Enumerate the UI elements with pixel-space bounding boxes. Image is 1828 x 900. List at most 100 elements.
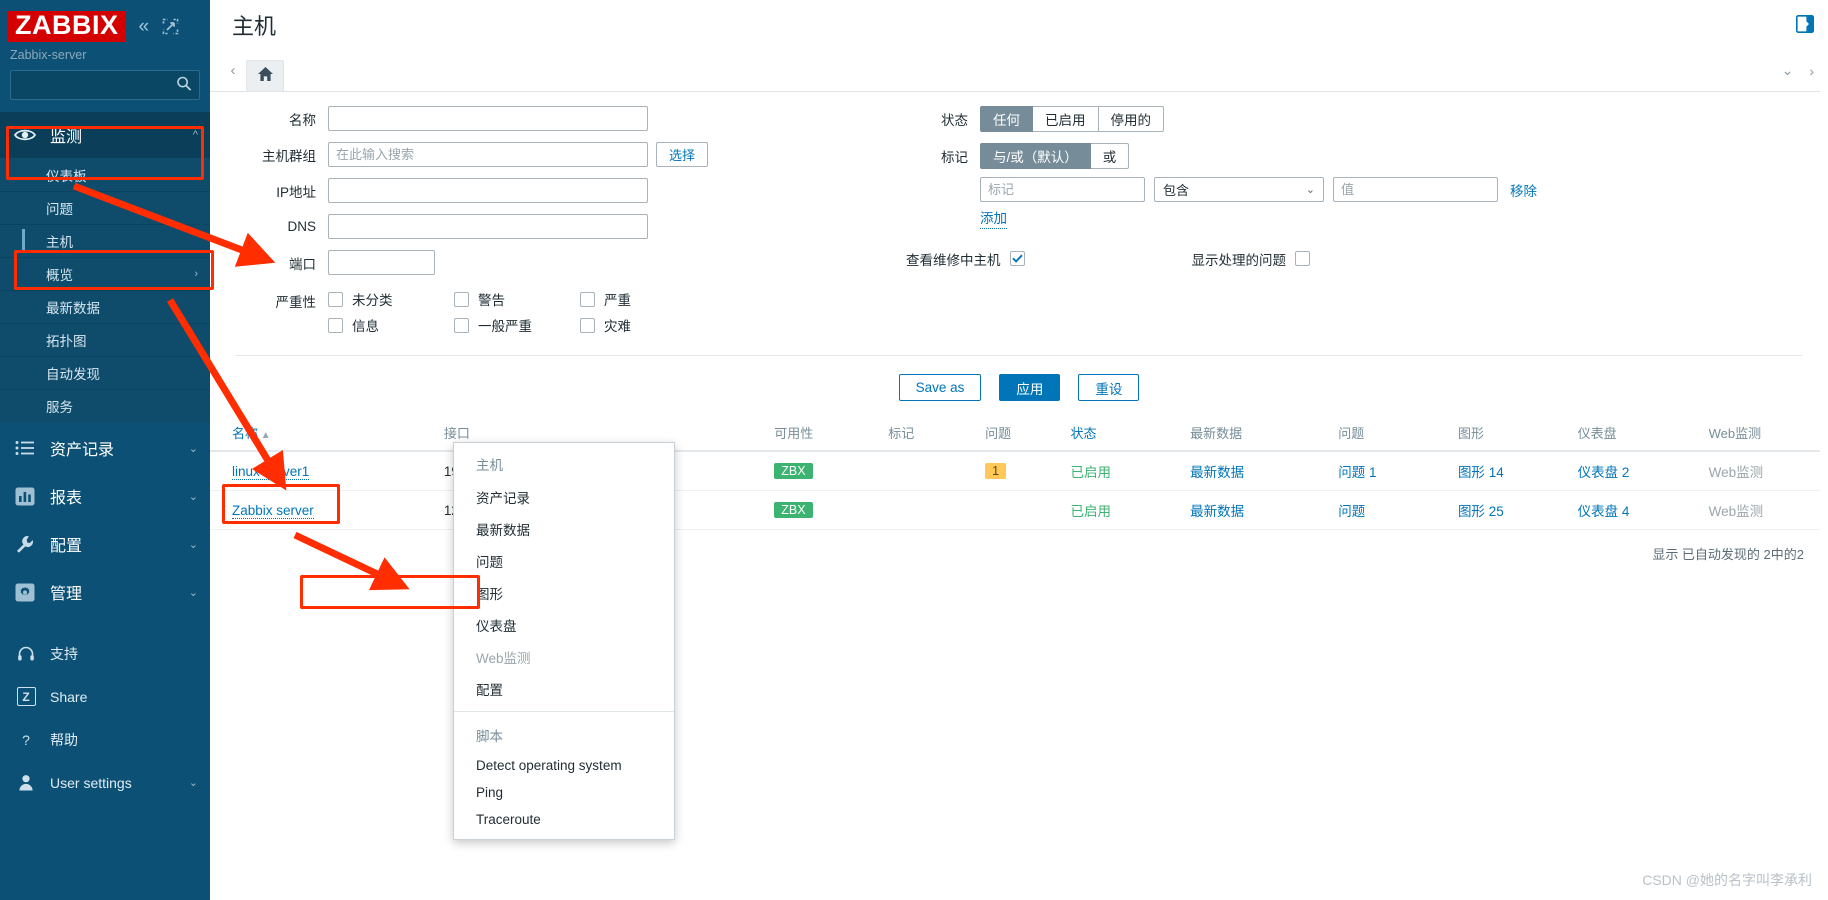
sidebar-item-share[interactable]: Z Share	[0, 675, 210, 718]
graphs-link[interactable]: 图形 14	[1458, 465, 1504, 480]
apply-button[interactable]: 应用	[999, 374, 1061, 401]
status-option-enabled[interactable]: 已启用	[1033, 106, 1099, 132]
checkbox[interactable]	[580, 317, 595, 333]
sidebar-item-administration[interactable]: 管理 ⌄	[0, 568, 210, 616]
sidebar-item-reports[interactable]: 报表 ⌄	[0, 472, 210, 520]
problems-link[interactable]: 问题 1	[1338, 465, 1376, 480]
chevron-right-icon[interactable]: ›	[1809, 63, 1814, 79]
filter-show-maintenance[interactable]: 查看维修中主机	[906, 249, 1025, 269]
checkbox[interactable]	[454, 291, 469, 307]
sidebar-item-inventory-label: 资产记录	[50, 442, 115, 459]
context-menu-item-traceroute[interactable]: Traceroute	[454, 806, 674, 833]
filter-host-group-input[interactable]	[328, 142, 648, 167]
col-name[interactable]: 名称 ▲	[210, 415, 438, 452]
status-option-disabled[interactable]: 停用的	[1098, 106, 1164, 132]
chevron-left-icon[interactable]: ‹	[220, 56, 246, 86]
severity-item-warning[interactable]: 警告	[454, 289, 580, 309]
sidebar-item-hosts[interactable]: 主机	[0, 224, 210, 257]
host-group-select-button[interactable]: 选择	[656, 142, 709, 167]
right-edge-filler	[1820, 0, 1828, 900]
filter-show-suppressed[interactable]: 显示处理的问题	[1192, 249, 1310, 269]
show-suppressed-checkbox[interactable]	[1295, 251, 1310, 267]
sidebar-item-hosts-label: 主机	[46, 235, 73, 250]
save-as-button[interactable]: Save as	[898, 374, 982, 401]
host-name-link[interactable]: linux-server1	[232, 463, 310, 480]
chevron-double-left-icon[interactable]: «	[139, 17, 150, 36]
sidebar-item-help[interactable]: ? 帮助	[0, 718, 210, 761]
filter-name-input[interactable]	[328, 106, 648, 131]
filter-port-input[interactable]	[328, 250, 435, 275]
filter-dns-input[interactable]	[328, 214, 648, 239]
context-menu-item-detect-os[interactable]: Detect operating system	[454, 752, 674, 779]
sidebar-item-services-label: 服务	[46, 400, 73, 415]
sidebar-submenu-monitoring: 仪表板 问题 主机 概览 › 最新数据 拓扑图 自动发现 服务	[0, 158, 210, 422]
sidebar-item-problems[interactable]: 问题	[0, 191, 210, 224]
sidebar-item-support[interactable]: 支持	[0, 632, 210, 675]
severity-item-information[interactable]: 信息	[328, 315, 454, 335]
tab-home[interactable]	[246, 60, 284, 91]
graphs-link[interactable]: 图形 25	[1458, 504, 1504, 519]
sidebar-item-services[interactable]: 服务	[0, 389, 210, 422]
context-menu-item-dashboards[interactable]: 仪表盘	[454, 609, 674, 641]
reset-button[interactable]: 重设	[1078, 374, 1140, 401]
sidebar-item-dashboard[interactable]: 仪表板	[0, 158, 210, 191]
host-name-link[interactable]: Zabbix server	[232, 502, 314, 519]
show-maintenance-checkbox[interactable]	[1009, 251, 1025, 267]
col-status[interactable]: 状态	[1064, 415, 1185, 452]
severity-item-not-classified[interactable]: 未分类	[328, 289, 454, 309]
severity-item-high[interactable]: 严重	[580, 289, 706, 309]
context-menu-item-latest-data[interactable]: 最新数据	[454, 513, 674, 545]
tag-operator-select[interactable]: 包含 ⌄	[1154, 177, 1324, 202]
status-value[interactable]: 已启用	[1071, 504, 1112, 519]
sidebar-item-inventory[interactable]: 资产记录 ⌄	[0, 424, 210, 472]
page-title: 主机	[232, 14, 277, 39]
tag-operator-value: 包含	[1163, 183, 1190, 198]
checkbox[interactable]	[328, 317, 343, 333]
latest-data-link[interactable]: 最新数据	[1190, 465, 1244, 480]
severity-label: 信息	[352, 319, 379, 334]
dashboards-link[interactable]: 仪表盘 4	[1578, 504, 1630, 519]
context-menu-item-configuration[interactable]: 配置	[454, 673, 674, 705]
tags-option-andor[interactable]: 与/或（默认）	[980, 143, 1091, 169]
checkbox[interactable]	[454, 317, 469, 333]
dashboards-link[interactable]: 仪表盘 2	[1578, 465, 1630, 480]
problem-count-badge[interactable]: 1	[985, 463, 1007, 479]
tag-remove-link[interactable]: 移除	[1510, 180, 1537, 200]
checkbox[interactable]	[580, 291, 595, 307]
status-option-any[interactable]: 任何	[980, 106, 1033, 132]
context-menu-item-ping[interactable]: Ping	[454, 779, 674, 806]
filter-ip-input[interactable]	[328, 178, 648, 203]
sidebar-item-discovery[interactable]: 自动发现	[0, 356, 210, 389]
search-box[interactable]	[10, 70, 200, 100]
cell-dashboards: 仪表盘 2	[1571, 451, 1703, 491]
chevron-down-icon[interactable]: ⌄	[1782, 62, 1794, 79]
context-menu-item-inventory[interactable]: 资产记录	[454, 481, 674, 513]
status-value[interactable]: 已启用	[1071, 465, 1112, 480]
cell-status: 已启用	[1064, 451, 1185, 491]
kiosk-mode-icon[interactable]	[1796, 15, 1814, 35]
filter-toggles-row: 查看维修中主机 显示处理的问题	[888, 249, 1802, 269]
sidebar-item-maps[interactable]: 拓扑图	[0, 323, 210, 356]
context-menu-item-graphs[interactable]: 图形	[454, 577, 674, 609]
tags-option-or[interactable]: 或	[1090, 143, 1130, 169]
tag-value-input[interactable]	[1333, 177, 1498, 202]
sidebar-item-overview[interactable]: 概览 ›	[0, 257, 210, 290]
problems-link[interactable]: 问题	[1338, 504, 1365, 519]
home-icon	[257, 66, 274, 85]
sidebar-item-latest-data[interactable]: 最新数据	[0, 290, 210, 323]
col-dashboards: 仪表盘	[1571, 415, 1703, 452]
sidebar-item-configuration[interactable]: 配置 ⌄	[0, 520, 210, 568]
severity-item-disaster[interactable]: 灾难	[580, 315, 706, 335]
latest-data-link[interactable]: 最新数据	[1190, 504, 1244, 519]
checkbox[interactable]	[328, 291, 343, 307]
sidebar-item-user-settings[interactable]: User settings ⌄	[0, 761, 210, 804]
status-segmented-control: 任何 已启用 停用的	[980, 106, 1164, 132]
severity-item-average[interactable]: 一般严重	[454, 315, 580, 335]
kiosk-expand-icon[interactable]	[162, 18, 179, 35]
search-input[interactable]	[11, 71, 199, 99]
context-menu-item-problems[interactable]: 问题	[454, 545, 674, 577]
filter-severity-columns: 未分类 信息 警告 一般严重 严重 灾难	[328, 289, 706, 341]
tag-name-input[interactable]	[980, 177, 1145, 202]
sidebar-item-monitoring[interactable]: 监测 ^	[0, 112, 210, 158]
tag-add-link[interactable]: 添加	[980, 211, 1007, 229]
